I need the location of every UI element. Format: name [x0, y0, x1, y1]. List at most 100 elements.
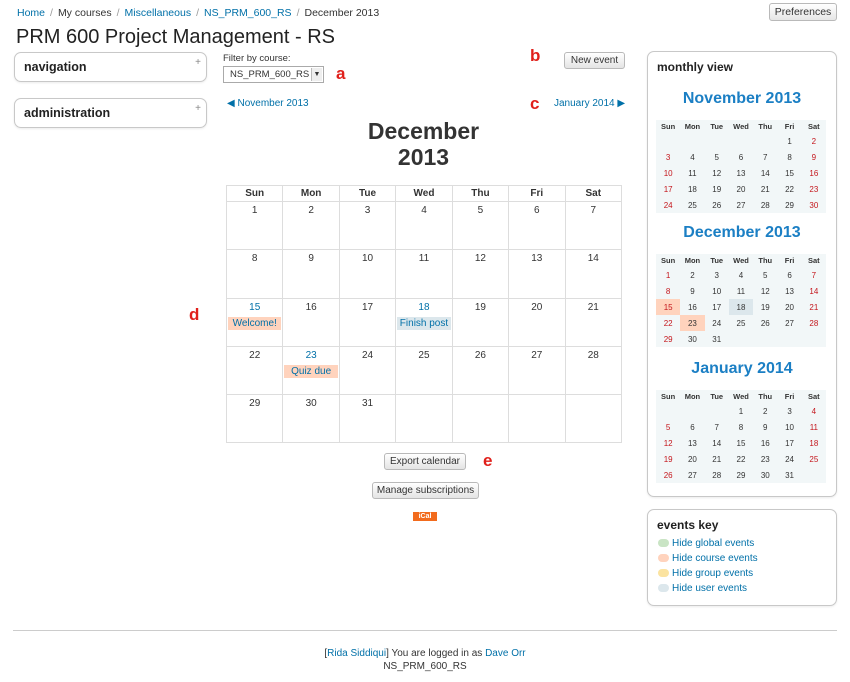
mini-day: 7: [714, 422, 719, 432]
calendar-event[interactable]: Finish post: [397, 316, 451, 330]
login-as-link[interactable]: Rida Siddiqui: [327, 648, 386, 659]
course-filter-select[interactable]: NS_PRM_600_RS ▼: [223, 66, 324, 83]
calendar-day-cell[interactable]: 14: [564, 249, 623, 299]
calendar-day-cell[interactable]: 4: [395, 200, 453, 251]
login-info: [Rida Siddiqui] You are logged in as Dav…: [13, 648, 837, 659]
events-key-link[interactable]: Hide group events: [672, 568, 753, 579]
ical-link[interactable]: iCal: [413, 512, 437, 521]
calendar-day-cell[interactable]: 25: [395, 345, 453, 396]
calendar-day-cell[interactable]: 15 Welcome!: [225, 297, 284, 347]
events-key-link[interactable]: Hide course events: [672, 553, 758, 564]
calendar-day-cell[interactable]: 9: [282, 249, 340, 299]
mini-day[interactable]: 15: [656, 299, 681, 315]
manage-subscriptions-button[interactable]: Manage subscriptions: [372, 482, 479, 499]
mini-day: 16: [687, 302, 697, 312]
calendar-day-cell[interactable]: 20: [508, 297, 566, 347]
calendar-day-cell[interactable]: 31: [338, 394, 397, 444]
calendar-day-cell[interactable]: 12: [451, 249, 510, 299]
navigation-block[interactable]: navigation +: [14, 52, 207, 82]
mini-day: 1: [787, 136, 792, 146]
events-key-block: events key Hide global events Hide course…: [647, 509, 837, 606]
calendar-day-cell[interactable]: 17: [338, 297, 397, 347]
calendar-day-cell[interactable]: 6: [508, 200, 566, 251]
calendar-day-cell[interactable]: 16: [282, 297, 340, 347]
export-calendar-button[interactable]: Export calendar: [384, 453, 466, 470]
mini-month-title[interactable]: November 2013: [656, 90, 828, 108]
mini-day[interactable]: 23: [680, 315, 705, 331]
new-event-button[interactable]: New event: [564, 52, 625, 69]
calendar-event[interactable]: Quiz due: [284, 364, 338, 378]
calendar-day-cell[interactable]: 27: [508, 345, 566, 396]
calendar-day-cell[interactable]: 3: [338, 200, 397, 251]
mini-weekday: Fri: [784, 122, 795, 131]
expand-icon[interactable]: +: [195, 57, 201, 68]
mini-month-title[interactable]: January 2014: [656, 360, 828, 378]
mini-weekday: Fri: [784, 392, 795, 401]
mini-week-row: 8 9 10 11 12 13 14: [656, 283, 826, 299]
breadcrumb-my-courses[interactable]: My courses: [58, 7, 112, 19]
breadcrumb-course[interactable]: NS_PRM_600_RS: [204, 7, 292, 19]
calendar-day-cell[interactable]: 2: [282, 200, 340, 251]
mini-day: 22: [663, 318, 673, 328]
calendar-day-cell[interactable]: 30: [282, 394, 340, 444]
filter-label: Filter by course:: [223, 53, 291, 64]
mini-day: 27: [736, 200, 746, 210]
calendar-event[interactable]: Welcome!: [228, 316, 282, 330]
mini-weekday: Sat: [808, 392, 820, 401]
mini-day: 14: [760, 168, 770, 178]
events-key-link[interactable]: Hide user events: [672, 583, 747, 594]
preferences-button[interactable]: Preferences: [769, 3, 837, 21]
month-heading: December 2013: [226, 118, 621, 170]
mini-day: [656, 133, 680, 149]
day-number: 7: [590, 205, 597, 216]
calendar-day-cell[interactable]: 18 Finish post: [395, 297, 453, 347]
calendar-day-cell[interactable]: 10: [338, 249, 397, 299]
events-key-item[interactable]: Hide global events: [658, 538, 754, 549]
calendar-day-cell[interactable]: 7: [564, 200, 623, 251]
expand-icon[interactable]: +: [195, 103, 201, 114]
calendar-day-cell[interactable]: 24: [338, 345, 397, 396]
calendar-day-cell[interactable]: 13: [508, 249, 566, 299]
breadcrumb-miscellaneous[interactable]: Miscellaneous: [125, 7, 192, 19]
month-heading-month: December: [367, 118, 480, 144]
calendar-day-cell[interactable]: 21: [564, 297, 623, 347]
calendar-day-cell[interactable]: 26: [451, 345, 510, 396]
mini-day: 3: [665, 152, 671, 162]
administration-block-title: administration: [24, 106, 111, 120]
day-number: 13: [531, 253, 543, 265]
mini-day: 20: [687, 454, 697, 464]
events-key-link[interactable]: Hide global events: [672, 538, 754, 549]
calendar-day-cell[interactable]: 1: [225, 200, 284, 251]
day-number: 25: [418, 349, 430, 361]
user-profile-link[interactable]: Dave Orr: [485, 648, 526, 659]
calendar-day-cell[interactable]: 22: [225, 345, 284, 396]
calendar-day-cell[interactable]: 11: [395, 249, 453, 299]
calendar-day-cell[interactable]: 23 Quiz due: [282, 345, 340, 396]
mini-weekday: Thu: [758, 122, 773, 131]
day-link[interactable]: 23: [306, 350, 317, 361]
calendar-day-cell[interactable]: 5: [451, 200, 510, 251]
events-key-item[interactable]: Hide course events: [658, 553, 758, 564]
administration-block[interactable]: administration +: [14, 98, 207, 128]
mini-month-calendar: Sun Mon Tue Wed Thu Fri Sat 1 2 3 4 5 6 7 8 9 10 11 12 13 14…: [656, 390, 826, 483]
mini-day: 7: [811, 270, 817, 280]
footer-course-link[interactable]: NS_PRM_600_RS: [13, 661, 837, 672]
page-title: PRM 600 Project Management - RS: [16, 26, 336, 48]
mini-day: 18: [809, 438, 819, 448]
calendar-day-cell[interactable]: 19: [451, 297, 510, 347]
day-link[interactable]: 15: [249, 302, 260, 313]
calendar-day-cell[interactable]: 8: [225, 249, 284, 299]
mini-day[interactable]: 18: [728, 299, 754, 315]
breadcrumb-home[interactable]: Home: [17, 7, 45, 19]
mini-day: [705, 133, 729, 149]
calendar-day-cell[interactable]: 28: [564, 345, 623, 396]
day-number: 2: [308, 205, 314, 216]
mini-day: 13: [785, 286, 794, 296]
day-link[interactable]: 18: [418, 302, 429, 313]
next-month-link[interactable]: January 2014 ▶: [554, 98, 625, 109]
calendar-day-cell[interactable]: 29: [225, 394, 284, 444]
events-key-item[interactable]: Hide user events: [658, 583, 747, 594]
previous-month-link[interactable]: ◀ November 2013: [227, 98, 309, 109]
mini-month-title[interactable]: December 2013: [656, 224, 828, 242]
events-key-item[interactable]: Hide group events: [658, 568, 753, 579]
